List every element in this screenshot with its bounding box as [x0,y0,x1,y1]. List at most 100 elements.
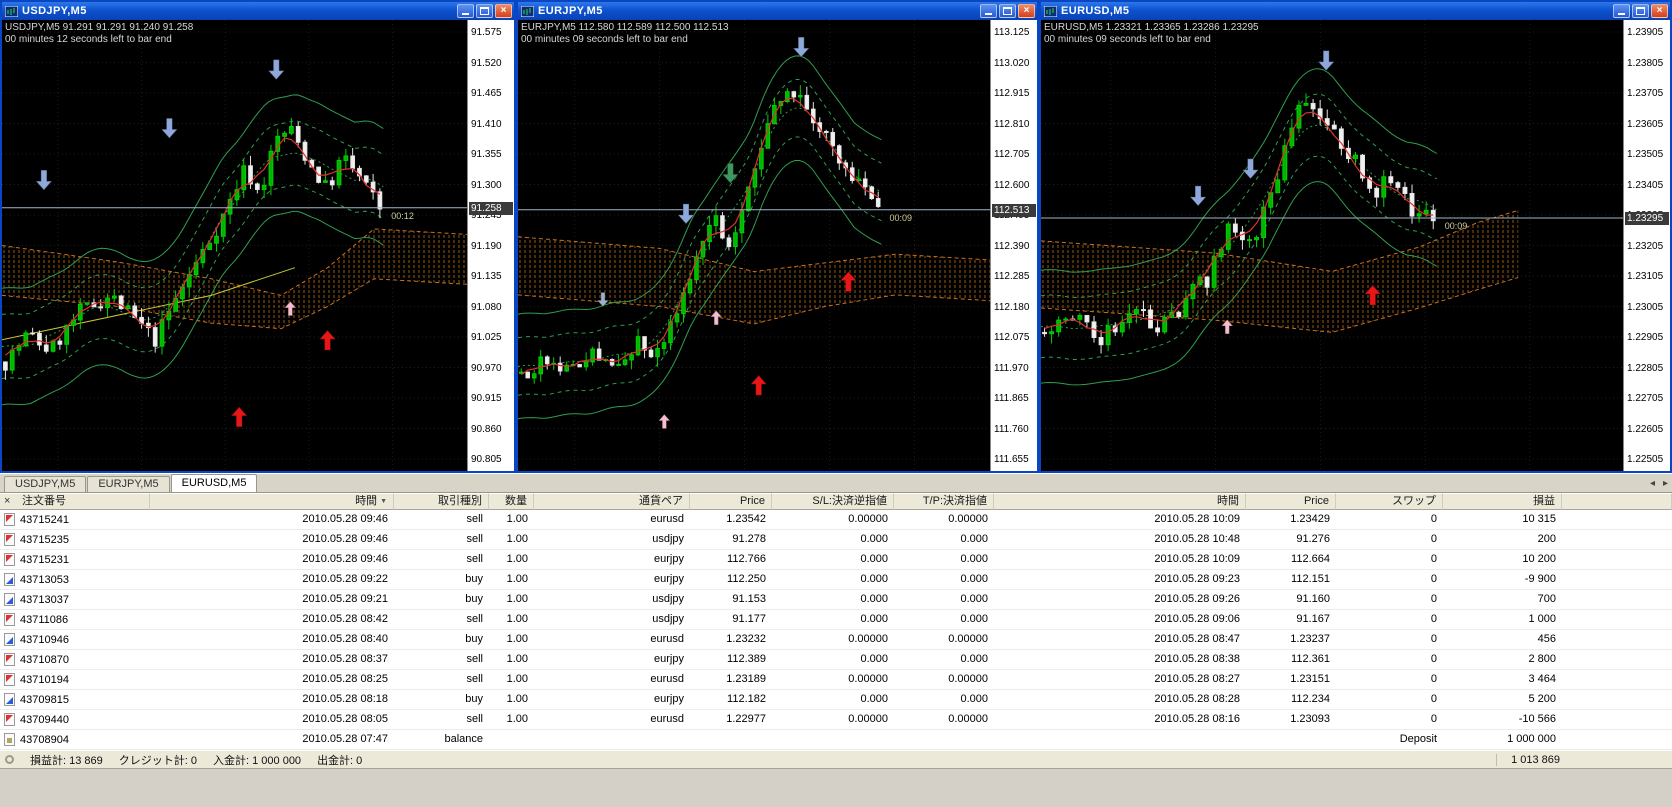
table-rows: 43715241 2010.05.28 09:46 sell 1.00 eurusd 1.… [0,510,1672,750]
order-field: 1.00 [506,693,528,705]
bar-countdown-label: 00:12 [391,211,414,221]
maximize-button[interactable] [999,4,1016,18]
price-tick: 1.23505 [1627,149,1664,160]
order-type-buy-icon [4,593,15,606]
column-header-3[interactable]: 数量 [489,493,534,510]
order-field: 0.00000 [948,673,988,685]
maximize-button[interactable] [1632,4,1649,18]
tab-eurjpy-m5[interactable]: EURJPY,M5 [87,476,170,492]
price-tick: 112.180 [994,301,1030,313]
close-button[interactable]: × [1018,4,1035,18]
column-header-1[interactable]: 時間 ▼ [150,493,394,510]
column-header-9[interactable]: Price [1246,493,1336,510]
order-field: sell [466,653,483,665]
order-row[interactable]: 43710870 2010.05.28 08:37 sell 1.00 eurjpy 11… [0,650,1672,670]
order-number: 43710946 [20,633,69,646]
column-header-label: S/L:決済逆指値 [812,495,887,507]
order-field: 0.00000 [848,513,888,525]
chart-tabs-bar: USDJPY,M5 EURJPY,M5 EURUSD,M5 ◂ ▸ [0,473,1672,492]
chart-body: EURJPY,M5 112.580 112.589 112.500 112.51… [518,20,1037,471]
order-number: 43710870 [20,653,69,666]
column-header-0[interactable]: 注文番号 [0,493,150,510]
close-button[interactable]: × [1651,4,1668,18]
price-tick: 1.23905 [1627,27,1664,38]
column-header-2[interactable]: 取引種別 [394,493,489,510]
order-field: 0.000 [960,533,988,545]
order-field: sell [466,513,483,525]
order-row[interactable]: 43710946 2010.05.28 08:40 buy 1.00 eurusd 1.2… [0,630,1672,650]
maximize-button[interactable] [476,4,493,18]
order-field: 0 [1430,593,1437,605]
order-field: 1 000 000 [1507,733,1556,745]
current-price-tag: 91.258 [469,201,513,215]
order-field [772,730,894,749]
column-header-6[interactable]: S/L:決済逆指値 [772,493,894,510]
column-header-4[interactable]: 通貨ペア [534,493,690,510]
order-row[interactable]: 43711086 2010.05.28 08:42 sell 1.00 usdjpy 91… [0,610,1672,630]
column-header-8[interactable]: 時間 [994,493,1246,510]
order-number: 43715231 [20,553,69,566]
tab-scroll-left-icon[interactable]: ◂ [1646,478,1659,489]
price-tick: 1.23205 [1627,240,1664,252]
price-tick: 1.23805 [1627,57,1664,69]
order-cell: 43708904 [0,730,150,749]
window-titlebar[interactable]: EURUSD,M5 × [1041,2,1670,20]
tab-scroll-right-icon[interactable]: ▸ [1659,478,1672,489]
chart-plot[interactable]: EURUSD,M5 1.23321 1.23365 1.23286 1.2329… [1041,20,1623,471]
order-cell: 43713053 [0,570,150,589]
order-row[interactable]: 43715235 2010.05.28 09:46 sell 1.00 usdjpy 91… [0,530,1672,550]
bar-countdown-label: 00:09 [889,213,912,223]
column-header-7[interactable]: T/P:決済指値 [894,493,994,510]
order-field: 0 [1430,653,1437,665]
tab-usdjpy-m5[interactable]: USDJPY,M5 [4,476,87,492]
order-row[interactable]: 43715241 2010.05.28 09:46 sell 1.00 eurusd 1.… [0,510,1672,530]
order-field: 1.00 [506,573,528,585]
chart-plot[interactable]: EURJPY,M5 112.580 112.589 112.500 112.51… [518,20,990,471]
column-header-5[interactable]: Price [690,493,772,510]
column-header-label: 時間 [355,495,378,507]
order-row[interactable]: 43710194 2010.05.28 08:25 sell 1.00 eurusd 1.… [0,670,1672,690]
window-titlebar[interactable]: EURJPY,M5 × [518,2,1037,20]
order-cell: 43713037 [0,590,150,609]
price-tick: 1.23605 [1627,118,1664,130]
minimize-button[interactable] [1613,4,1630,18]
column-header-11[interactable]: 損益 [1443,493,1562,510]
signal-up-arrow-icon [749,374,768,396]
row-filler [1562,570,1672,589]
order-field: 0.00000 [848,673,888,685]
order-row[interactable]: 43709440 2010.05.28 08:05 sell 1.00 eurusd 1.… [0,710,1672,730]
order-row[interactable]: 43715231 2010.05.28 09:46 sell 1.00 eurjpy 11… [0,550,1672,570]
close-button[interactable]: × [495,4,512,18]
order-field: 2 800 [1528,653,1556,665]
order-field: buy [465,593,483,605]
order-field: 2010.05.28 08:28 [1154,693,1240,705]
chart-canvas: 00:12 [2,20,467,471]
order-field: 112.234 [1291,693,1330,705]
order-row[interactable]: 43713053 2010.05.28 09:22 buy 1.00 eurjpy 112… [0,570,1672,590]
tab-eurusd-m5[interactable]: EURUSD,M5 [170,474,258,492]
signal-up-arrow-icon [230,406,249,428]
order-field: usdjpy [652,593,684,605]
order-row[interactable]: 43709815 2010.05.28 08:18 buy 1.00 eurjpy 112… [0,690,1672,710]
order-field: sell [466,713,483,725]
window-titlebar[interactable]: USDJPY,M5 × [2,2,514,20]
price-scale: 1.23905 1.23805 1.23705 1.23605 1.23505 1.234… [1623,20,1670,471]
order-field: balance [444,733,483,745]
column-header-10[interactable]: スワップ [1336,493,1443,510]
order-field: 91.278 [732,533,766,545]
order-row[interactable]: 43708904 2010.05.28 07:47 balance Deposit 1 … [0,730,1672,750]
order-field: sell [466,533,483,545]
chart-window-usdjpy: USDJPY,M5 × USDJPY,M5 91.291 91.291 91.2… [0,0,516,473]
order-field: 5 200 [1528,693,1556,705]
order-field: 91.276 [1296,533,1330,545]
price-tick: 112.810 [994,118,1030,130]
table-header-row: 注文番号 時間 ▼ 取引種別 数量 通貨ペア Price S/L:決済逆指値 T/P:決済指値時… [0,493,1672,510]
window-title: USDJPY,M5 [22,5,87,17]
minimize-button[interactable] [980,4,997,18]
column-header-filler [1562,493,1672,510]
terminal-close-icon[interactable]: × [4,495,10,507]
chart-plot[interactable]: USDJPY,M5 91.291 91.291 91.240 91.258 00… [2,20,467,471]
column-header-label: Price [1303,495,1329,507]
minimize-button[interactable] [457,4,474,18]
order-row[interactable]: 43713037 2010.05.28 09:21 buy 1.00 usdjpy 91.… [0,590,1672,610]
